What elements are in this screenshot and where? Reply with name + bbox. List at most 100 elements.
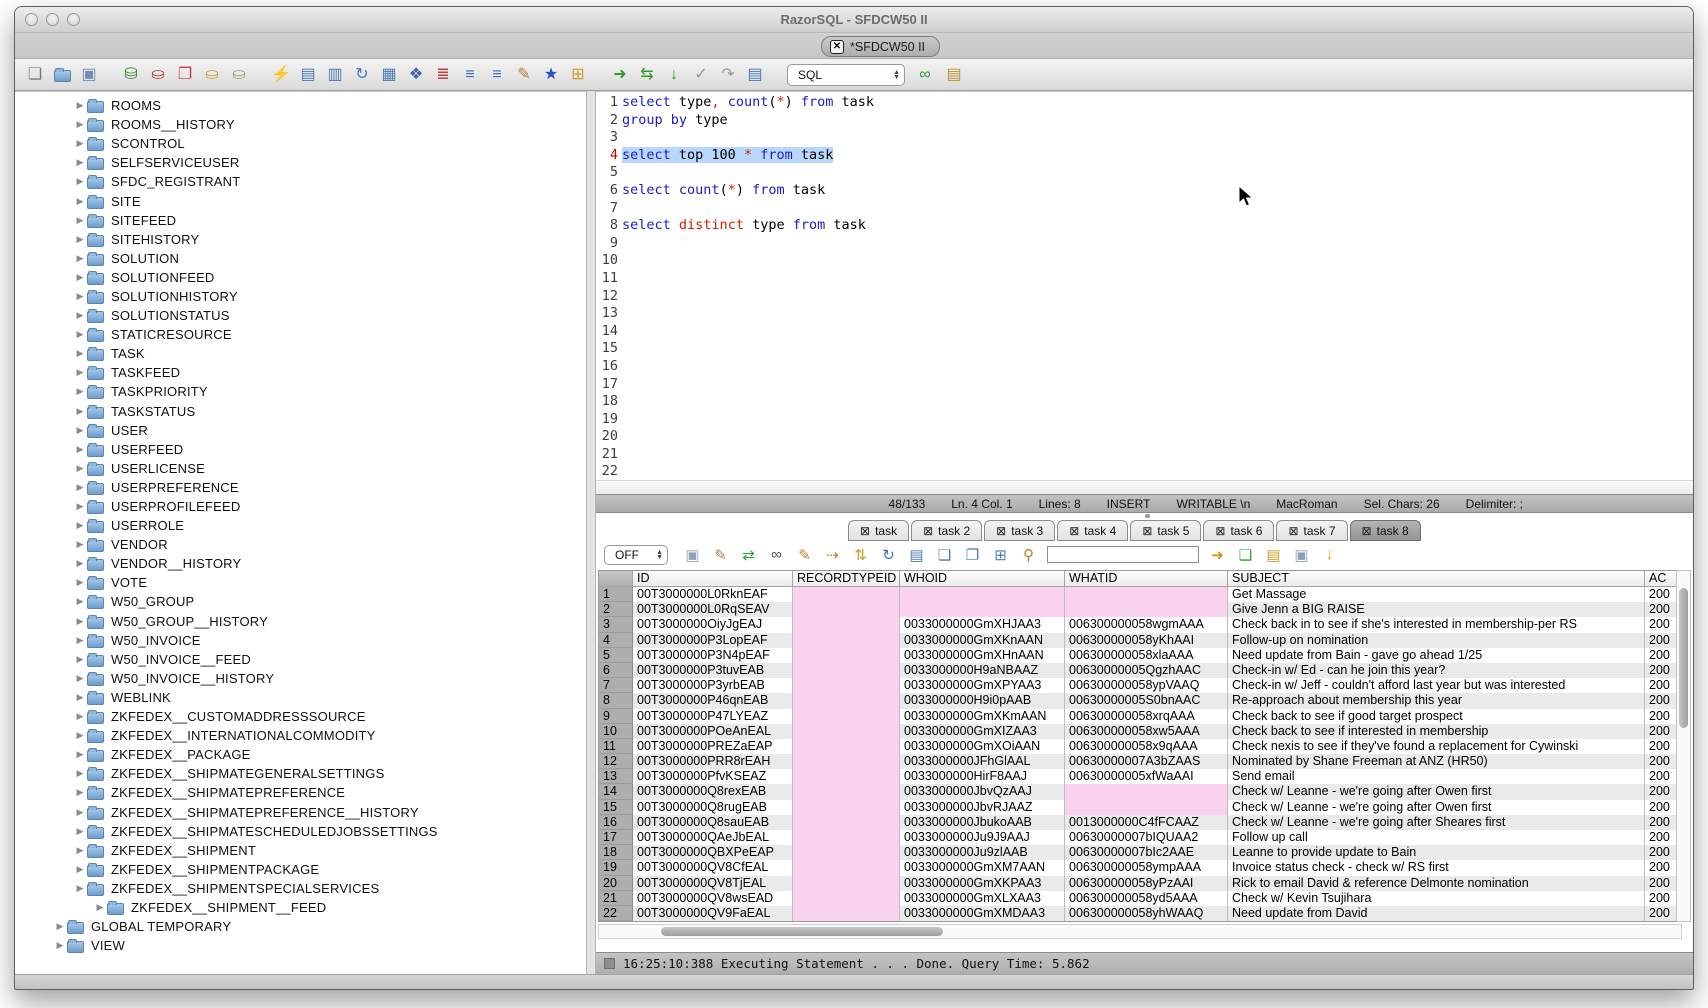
table-cell[interactable]: 9	[599, 709, 633, 724]
describe-lines-icon[interactable]: ≡	[460, 65, 480, 85]
table-row[interactable]: 1200T3000000PRR8rEAH0033000000JFhGlAAL00…	[599, 754, 1682, 769]
tree-item[interactable]: ▶ZKFEDEX__SHIPMATEPREFERENCE	[15, 783, 586, 802]
disclosure-triangle-icon[interactable]: ▶	[73, 826, 87, 837]
tree-item[interactable]: ▶SITE	[15, 191, 586, 210]
table-cell[interactable]: 00T3000000P3yrbEAB	[633, 678, 793, 693]
pane-splitter[interactable]	[586, 91, 596, 974]
code-line[interactable]: select top 100 * from task	[622, 147, 1693, 165]
code-line[interactable]: group by type	[622, 112, 1693, 130]
refresh-results-icon[interactable]: ⇄	[739, 545, 758, 564]
save-results-icon[interactable]: ▣	[683, 545, 702, 564]
table-cell[interactable]: 5	[599, 648, 633, 663]
table-cell[interactable]	[793, 648, 900, 663]
code-line[interactable]	[622, 463, 1693, 480]
table-cell[interactable]: 006300000058ypVAAQ	[1065, 678, 1228, 693]
tab-close-icon[interactable]: ⊠	[923, 524, 933, 538]
tree-item[interactable]: ▶SCONTROL	[15, 134, 586, 153]
format-lines-icon[interactable]: ≡	[487, 65, 507, 85]
result-tab[interactable]: ⊠task 4	[1057, 520, 1128, 541]
result-tab[interactable]: ⊠task 7	[1276, 520, 1347, 541]
tab-close-icon[interactable]: ⊠	[1288, 524, 1298, 538]
disclosure-triangle-icon[interactable]: ▶	[73, 253, 87, 264]
table-cell[interactable]	[793, 784, 900, 799]
table-cell[interactable]: 006300000058xrqAAA	[1065, 709, 1228, 724]
table-cell[interactable]: 22	[599, 906, 633, 921]
tree-item[interactable]: ▶W50_INVOICE__FEED	[15, 650, 586, 669]
code-line[interactable]	[622, 323, 1693, 341]
tree-item[interactable]: ▶GLOBAL TEMPORARY	[15, 917, 586, 936]
disclosure-triangle-icon[interactable]: ▶	[93, 902, 107, 913]
limit-select[interactable]: OFF ▲▼	[604, 545, 668, 565]
tree-item[interactable]: ▶ZKFEDEX__CUSTOMADDRESSSOURCE	[15, 707, 586, 726]
tree-item[interactable]: ▶W50_GROUP	[15, 592, 586, 611]
disclosure-triangle-icon[interactable]: ▶	[73, 692, 87, 703]
edit-results-icon[interactable]: ✎	[711, 545, 730, 564]
column-header[interactable]: RECORDTYPEID	[793, 571, 900, 587]
result-tab[interactable]: ⊠task 3	[984, 520, 1055, 541]
tree-item[interactable]: ▶W50_INVOICE	[15, 631, 586, 650]
table-cell[interactable]	[793, 906, 900, 921]
code-line[interactable]	[622, 252, 1693, 270]
table-cell[interactable]: 00T3000000P3tuvEAB	[633, 663, 793, 678]
tree-item[interactable]: ▶ROOMS__HISTORY	[15, 115, 586, 134]
disclosure-triangle-icon[interactable]: ▶	[73, 138, 87, 149]
table-cell[interactable]	[900, 587, 1065, 602]
table-cell[interactable]: 0033000000GmXMDAA3	[900, 906, 1065, 921]
table-cell[interactable]: 00T3000000POeAnEAL	[633, 724, 793, 739]
disclosure-triangle-icon[interactable]: ▶	[73, 234, 87, 245]
titlebar[interactable]: RazorSQL - SFDCW50 II	[15, 7, 1693, 33]
table-cell[interactable]: 00T3000000PRR8rEAH	[633, 754, 793, 769]
disclosure-triangle-icon[interactable]: ▶	[73, 864, 87, 875]
code-line[interactable]	[622, 376, 1693, 394]
code-line[interactable]	[622, 393, 1693, 411]
code-line[interactable]	[622, 270, 1693, 288]
tree-item[interactable]: ▶ROOMS	[15, 96, 586, 115]
disclosure-triangle-icon[interactable]: ▶	[73, 558, 87, 569]
tree-item[interactable]: ▶USERROLE	[15, 516, 586, 535]
column-header[interactable]: ID	[633, 571, 793, 587]
tree-item[interactable]: ▶ZKFEDEX__SHIPMATESCHEDULEDJOBSSETTINGS	[15, 822, 586, 841]
table-row[interactable]: 1400T3000000Q8rexEAB0033000000JbvQzAAJCh…	[599, 784, 1682, 799]
table-cell[interactable]: Check-in w/ Jeff - couldn't afford last …	[1228, 678, 1645, 693]
tree-item[interactable]: ▶USERLICENSE	[15, 459, 586, 478]
tree-item[interactable]: ▶VIEW	[15, 936, 586, 955]
table-cell[interactable]	[900, 602, 1065, 617]
table-cell[interactable]: 16	[599, 815, 633, 830]
table-cell[interactable]: 00T3000000QBXPeEAP	[633, 845, 793, 860]
table-row[interactable]: 2200T3000000QV9FaEAL0033000000GmXMDAA300…	[599, 906, 1682, 921]
editor-results-splitter[interactable]	[596, 513, 1693, 518]
tree-item[interactable]: ▶ZKFEDEX__SHIPMENT	[15, 841, 586, 860]
table-cell[interactable]: 0033000000GmXHnAAN	[900, 648, 1065, 663]
code-line[interactable]: select type, count(*) from task	[622, 94, 1693, 112]
close-button[interactable]	[25, 13, 38, 26]
table-cell[interactable]	[793, 845, 900, 860]
tab-close-icon[interactable]: ⊠	[860, 524, 870, 538]
results-vertical-scrollbar[interactable]	[1676, 570, 1691, 922]
table-cell[interactable]: 0033000000H9i0pAAB	[900, 693, 1065, 708]
table-cell[interactable]: 0033000000GmXM7AAN	[900, 860, 1065, 875]
code-area[interactable]: select type, count(*) from taskgroup by …	[622, 92, 1693, 480]
table-cell[interactable]	[793, 830, 900, 845]
table-cell[interactable]: Check back to see if interested in membe…	[1228, 724, 1645, 739]
disclosure-triangle-icon[interactable]: ▶	[53, 940, 67, 951]
results-horizontal-scrollbar[interactable]	[598, 924, 1682, 939]
table-cell[interactable]: 13	[599, 769, 633, 784]
db-object-list-icon[interactable]: ≣	[433, 65, 453, 85]
page-icon[interactable]: ❏	[935, 545, 954, 564]
table-cell[interactable]: 7	[599, 678, 633, 693]
table-cell[interactable]	[793, 678, 900, 693]
disclosure-triangle-icon[interactable]: ▶	[73, 272, 87, 283]
column-header[interactable]: WHATID	[1065, 571, 1228, 587]
disclosure-triangle-icon[interactable]: ▶	[73, 463, 87, 474]
table-row[interactable]: 1700T3000000QAeJbEAL0033000000Ju9J9AAJ00…	[599, 830, 1682, 845]
disclosure-triangle-icon[interactable]: ▶	[73, 520, 87, 531]
table-cell[interactable]	[793, 663, 900, 678]
code-line[interactable]	[622, 288, 1693, 306]
view-glasses-icon[interactable]: ∞	[767, 545, 786, 564]
new-connection-icon[interactable]: ⛀	[202, 65, 222, 85]
table-cell[interactable]: 00T3000000QV9FaEAL	[633, 906, 793, 921]
table-cell[interactable]: 8	[599, 693, 633, 708]
reload-table-icon[interactable]: ↻	[879, 545, 898, 564]
disclosure-triangle-icon[interactable]: ▶	[73, 673, 87, 684]
table-row[interactable]: 2000T3000000QV8TjEAL0033000000GmXKPAA300…	[599, 876, 1682, 891]
